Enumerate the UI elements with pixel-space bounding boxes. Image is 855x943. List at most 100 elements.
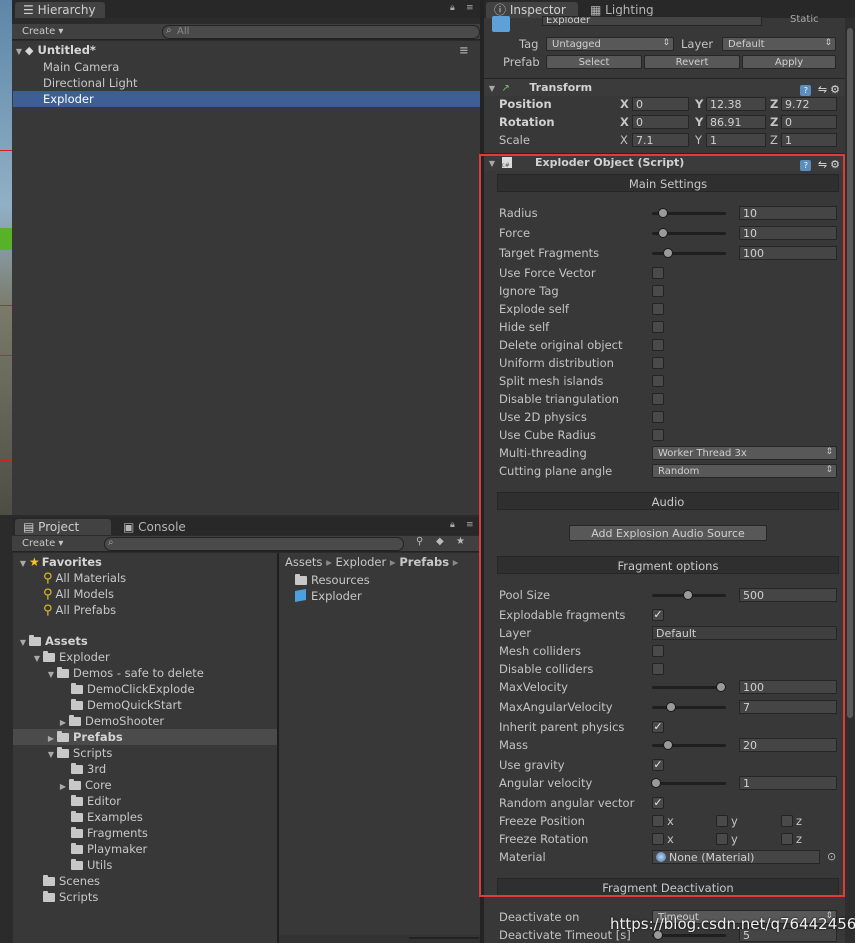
hierarchy-create-button[interactable]: Create ▾ [16,25,69,39]
folder-exploder[interactable]: ▼ Exploder [31,649,110,665]
tab-console[interactable]: ▣ Console [115,519,205,535]
folder-demo-shooter[interactable]: ▶ DemoShooter [57,713,164,729]
use-cube-radius-checkbox[interactable] [652,429,664,441]
favorite-item-all-prefabs[interactable]: ⚲ All Prefabs [43,602,116,618]
multithreading-dropdown[interactable]: Worker Thread 3x [652,446,837,460]
folder-scenes[interactable]: Scenes [43,873,100,889]
max-velocity-slider-thumb[interactable] [715,682,726,692]
scene-menu-icon[interactable]: ≡ [459,42,469,58]
filter-by-label-icon[interactable]: ◆ [436,536,444,547]
favorite-item-all-materials[interactable]: ⚲ All Materials [43,570,126,586]
fold-arrow-icon[interactable]: ▼ [486,155,498,173]
cutting-plane-dropdown[interactable]: Random [652,464,837,478]
folder-playmaker[interactable]: Playmaker [71,841,147,857]
scale-y-field[interactable]: 1 [706,133,766,147]
help-icon[interactable]: ? [800,85,812,96]
lock-icon[interactable]: 🔒︎ [450,520,455,530]
pool-size-field[interactable]: 500 [739,588,837,602]
breadcrumb-assets[interactable]: Assets [285,555,322,569]
tag-dropdown[interactable]: Untagged [546,37,674,51]
force-field[interactable]: 10 [739,226,837,240]
mass-field[interactable]: 20 [739,738,837,752]
fold-arrow-icon[interactable]: ▼ [45,747,57,763]
force-slider-thumb[interactable] [658,228,669,238]
filter-by-type-icon[interactable]: ⚲ [416,536,423,547]
hierarchy-search-input[interactable]: All [162,25,480,39]
target-fragments-slider-thumb[interactable] [663,248,674,258]
mesh-colliders-checkbox[interactable] [652,645,664,657]
fold-arrow-icon[interactable]: ▼ [17,556,29,572]
use-force-vector-checkbox[interactable] [652,267,664,279]
hierarchy-item-main-camera[interactable]: Main Camera [13,59,119,75]
freeze-rotation-x-checkbox[interactable] [652,833,664,845]
angular-velocity-slider-track[interactable] [652,782,726,785]
file-resources[interactable]: Resources [295,572,370,588]
pool-size-slider-thumb[interactable] [682,590,693,600]
fold-arrow-icon[interactable]: ▼ [486,80,498,98]
angular-velocity-field[interactable]: 1 [739,776,837,790]
radius-slider-thumb[interactable] [658,208,669,218]
folder-scripts[interactable]: ▼ Scripts [45,745,112,761]
material-object-field[interactable]: None (Material) [652,850,820,864]
panel-menu-icon[interactable]: ≡ [466,3,474,13]
folder-prefabs[interactable]: ▶ Prefabs [13,729,277,745]
layer-option-field[interactable]: Default [652,626,837,640]
scene-view-strip[interactable] [0,0,12,515]
freeze-position-z-checkbox[interactable] [781,815,793,827]
add-explosion-audio-button[interactable]: Add Explosion Audio Source [569,525,767,541]
freeze-position-y-checkbox[interactable] [716,815,728,827]
rotation-z-field[interactable]: 0 [781,115,837,129]
assets-root[interactable]: ▼ Assets [17,633,88,649]
help-icon[interactable]: ? [800,160,812,171]
folder-3rd[interactable]: 3rd [71,761,106,777]
mass-slider-thumb[interactable] [663,740,674,750]
folder-scripts-root[interactable]: Scripts [43,889,98,905]
file-exploder-prefab[interactable]: Exploder [295,588,362,604]
max-velocity-slider-track[interactable] [652,686,726,689]
tab-hierarchy[interactable]: ☰ Hierarchy [15,2,105,18]
folder-utils[interactable]: Utils [71,857,112,873]
favorite-item-all-models[interactable]: ⚲ All Models [43,586,114,602]
lock-icon[interactable]: 🔒︎ [450,3,455,13]
rotation-y-field[interactable]: 86.91 [706,115,766,129]
object-name-field[interactable]: Exploder [542,16,762,26]
inspector-scrollbar[interactable] [845,18,855,943]
angular-velocity-slider-thumb[interactable] [650,778,661,788]
deactivate-timeout-slider-track[interactable] [652,934,726,937]
prefab-apply-button[interactable]: Apply [742,55,836,69]
inherit-parent-physics-checkbox[interactable]: ✓ [652,721,664,733]
hierarchy-item-exploder[interactable]: Exploder [13,91,480,107]
folder-demo-click-explode[interactable]: DemoClickExplode [71,681,195,697]
breadcrumb-prefabs[interactable]: Prefabs [399,555,449,569]
disable-triangulation-checkbox[interactable] [652,393,664,405]
folder-fragments[interactable]: Fragments [71,825,148,841]
fold-arrow-icon[interactable]: ▼ [17,635,29,651]
explode-self-checkbox[interactable] [652,303,664,315]
object-picker-icon[interactable]: ⊙ [827,850,836,863]
gear-icon[interactable]: ⚙ [830,83,843,96]
freeze-rotation-y-checkbox[interactable] [716,833,728,845]
freeze-position-x-checkbox[interactable] [652,815,664,827]
radius-field[interactable]: 10 [739,206,837,220]
preset-icon[interactable]: ⇋ [818,83,830,96]
preset-icon[interactable]: ⇋ [818,158,830,171]
scene-row[interactable]: ▼ ◆ Untitled* ≡ [13,42,480,58]
max-angular-velocity-slider-thumb[interactable] [665,702,676,712]
panel-menu-icon[interactable]: ≡ [466,520,474,530]
position-x-field[interactable]: 0 [632,97,689,111]
max-angular-velocity-field[interactable]: 7 [739,700,837,714]
explodable-fragments-checkbox[interactable]: ✓ [652,609,664,621]
freeze-rotation-z-checkbox[interactable] [781,833,793,845]
max-angular-velocity-slider-track[interactable] [652,706,726,709]
transform-header[interactable]: ▼ ↗ Transform ? ⇋⚙ [484,78,855,96]
prefab-revert-button[interactable]: Revert [644,55,740,69]
hide-self-checkbox[interactable] [652,321,664,333]
disable-colliders-checkbox[interactable] [652,663,664,675]
project-create-button[interactable]: Create ▾ [16,537,69,551]
target-fragments-field[interactable]: 100 [739,246,837,260]
layer-dropdown[interactable]: Default [722,37,836,51]
project-search-input[interactable] [104,537,404,551]
favorite-star-icon[interactable]: ★ [456,536,465,547]
scale-z-field[interactable]: 1 [781,133,837,147]
scale-x-field[interactable]: 7.1 [632,133,689,147]
